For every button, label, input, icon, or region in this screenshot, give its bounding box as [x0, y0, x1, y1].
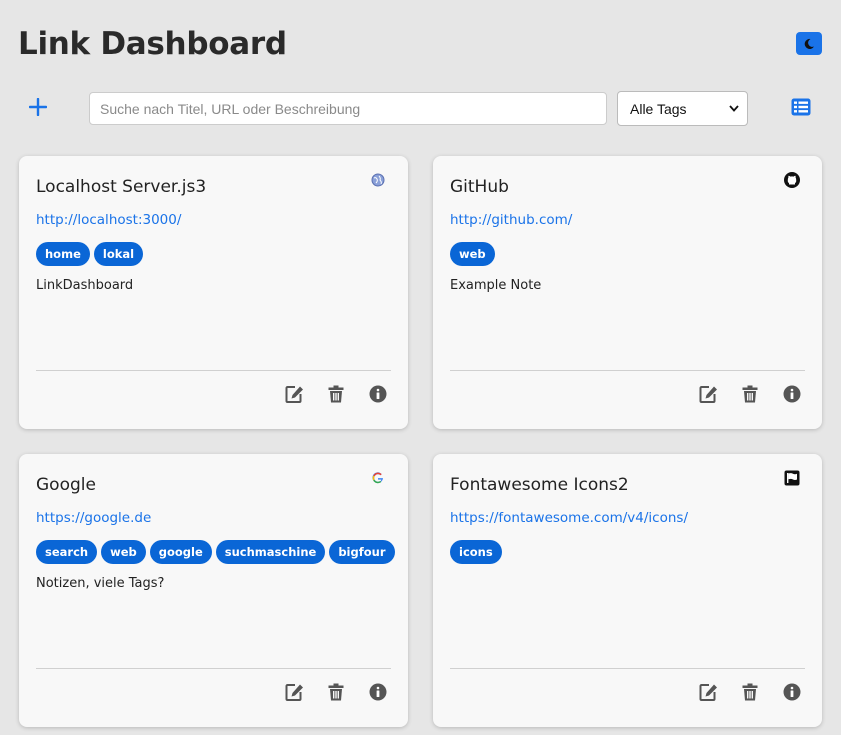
info-button[interactable] [368, 384, 388, 404]
card-divider [450, 668, 805, 669]
card-tags: web [450, 242, 495, 266]
card-url-link[interactable]: http://localhost:3000/ [36, 212, 181, 228]
edit-button[interactable] [284, 384, 304, 404]
tag-badge[interactable]: web [101, 540, 146, 564]
card-title: Localhost Server.js3 [36, 177, 207, 197]
card-divider [36, 668, 391, 669]
card-title: GitHub [450, 177, 509, 197]
link-card: Localhost Server.js3 http://localhost:30… [19, 156, 408, 429]
edit-icon [285, 386, 303, 403]
info-icon [783, 683, 801, 701]
tag-badge[interactable]: search [36, 540, 98, 564]
github-icon [784, 172, 800, 188]
card-actions [284, 682, 388, 702]
card-title: Google [36, 475, 96, 495]
card-tags: home lokal [36, 242, 144, 266]
tag-badge[interactable]: home [36, 242, 90, 266]
card-note: Notizen, viele Tags? [36, 576, 165, 591]
card-actions [284, 384, 388, 404]
card-note: LinkDashboard [36, 278, 134, 293]
trash-icon [328, 385, 344, 403]
delete-button[interactable] [326, 384, 346, 404]
info-button[interactable] [368, 682, 388, 702]
card-title: Fontawesome Icons2 [450, 475, 629, 495]
card-divider [36, 370, 391, 371]
add-link-button[interactable] [26, 95, 50, 119]
info-icon [369, 683, 387, 701]
globe-icon [370, 172, 386, 188]
tag-filter-select[interactable]: Alle Tags [617, 91, 748, 126]
tag-filter-value: Alle Tags [630, 100, 687, 117]
card-tags: search web google suchmaschine bigfour [36, 540, 395, 564]
list-icon [791, 98, 810, 115]
chevron-down-icon [729, 105, 739, 112]
tag-badge[interactable]: lokal [93, 242, 144, 266]
delete-button[interactable] [740, 682, 760, 702]
trash-icon [742, 385, 758, 403]
trash-icon [328, 683, 344, 701]
card-actions [698, 682, 802, 702]
flag-icon [784, 470, 800, 486]
info-icon [369, 385, 387, 403]
card-tags: icons [450, 540, 502, 564]
plus-icon [29, 98, 47, 116]
card-divider [450, 370, 805, 371]
link-card: GitHub http://github.com/ web Example No… [433, 156, 822, 429]
list-view-button[interactable] [790, 97, 811, 116]
link-card: Fontawesome Icons2 https://fontawesome.c… [433, 454, 822, 727]
edit-button[interactable] [698, 384, 718, 404]
tag-badge[interactable]: bigfour [329, 540, 395, 564]
edit-button[interactable] [284, 682, 304, 702]
edit-button[interactable] [698, 682, 718, 702]
search-input[interactable] [89, 92, 607, 125]
info-button[interactable] [782, 384, 802, 404]
card-url-link[interactable]: https://google.de [36, 510, 151, 526]
delete-button[interactable] [740, 384, 760, 404]
edit-icon [699, 684, 717, 701]
tag-badge[interactable]: google [149, 540, 212, 564]
edit-icon [699, 386, 717, 403]
info-button[interactable] [782, 682, 802, 702]
card-url-link[interactable]: http://github.com/ [450, 212, 572, 228]
delete-button[interactable] [326, 682, 346, 702]
tag-badge[interactable]: web [450, 242, 495, 266]
trash-icon [742, 683, 758, 701]
tag-badge[interactable]: icons [450, 540, 502, 564]
link-card: Google https://google.de search web goog… [19, 454, 408, 727]
google-icon [370, 470, 386, 486]
card-actions [698, 384, 802, 404]
edit-icon [285, 684, 303, 701]
theme-toggle-button[interactable] [796, 32, 822, 55]
moon-icon [804, 38, 814, 49]
card-url-link[interactable]: https://fontawesome.com/v4/icons/ [450, 510, 688, 526]
info-icon [783, 385, 801, 403]
page-title: Link Dashboard [18, 26, 287, 62]
card-note: Example Note [450, 278, 542, 293]
tag-badge[interactable]: suchmaschine [215, 540, 326, 564]
